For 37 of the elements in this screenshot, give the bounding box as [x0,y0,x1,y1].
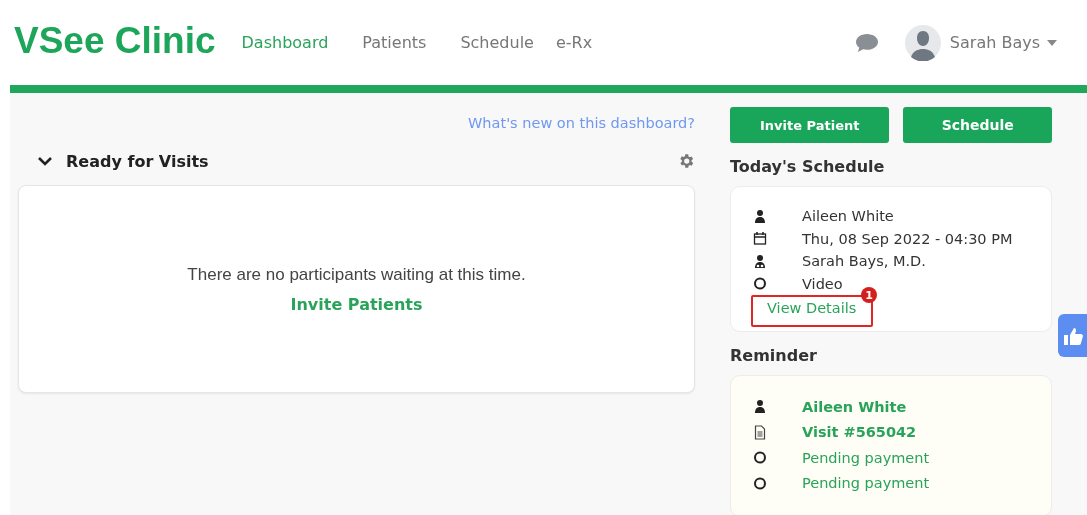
circle-icon [753,450,767,466]
caret-icon[interactable] [1047,39,1057,46]
logo[interactable]: VSee Clinic [14,19,216,62]
whats-new-link[interactable]: What's new on this dashboard? [468,115,695,141]
step-badge: 1 [861,287,877,303]
detail-text: Aileen White [802,208,894,225]
person-icon [753,399,767,415]
section-title: Today's Schedule [730,157,886,176]
detail-text: Visit #565042 [802,424,917,441]
document-icon [753,424,767,440]
circle-icon [753,475,767,491]
empty-message: There are no participants waiting at this time. [187,264,526,285]
detail-text: Thu, 08 Sep 2022 - 04:30 PM [802,230,1013,247]
detail-text: Pending payment [802,449,930,466]
chat-icon[interactable] [854,32,879,53]
person-icon [753,208,767,224]
nav-tab[interactable]: Schedule [460,33,534,52]
nav-tab[interactable]: Dashboard [241,33,329,52]
detail-text: Aileen White [802,398,907,415]
detail-text: Sarah Bays, M.D. [802,253,926,270]
user-name[interactable]: Sarah Bays [949,33,1040,52]
section-title: Ready for Visits [66,151,209,171]
calendar-icon [753,231,767,247]
thumbs-up-icon [1062,325,1083,346]
invite-button[interactable]: Invite Patient [730,107,890,143]
detail-text: Pending payment [802,475,930,492]
avatar-icon[interactable] [904,24,941,61]
nav-tab[interactable]: Patients [362,33,427,52]
detail-text: Video [802,275,843,292]
feedback-button[interactable] [1058,314,1087,357]
schedule-button[interactable]: Schedule [903,107,1052,143]
circle-icon [753,276,767,292]
section-title: Reminder [730,346,818,365]
chevron-icon[interactable] [38,156,52,166]
invite-patients-link[interactable]: Invite Patients [290,294,423,314]
doctor-icon [753,253,767,269]
nav-tab[interactable]: e-Rx [555,33,593,52]
